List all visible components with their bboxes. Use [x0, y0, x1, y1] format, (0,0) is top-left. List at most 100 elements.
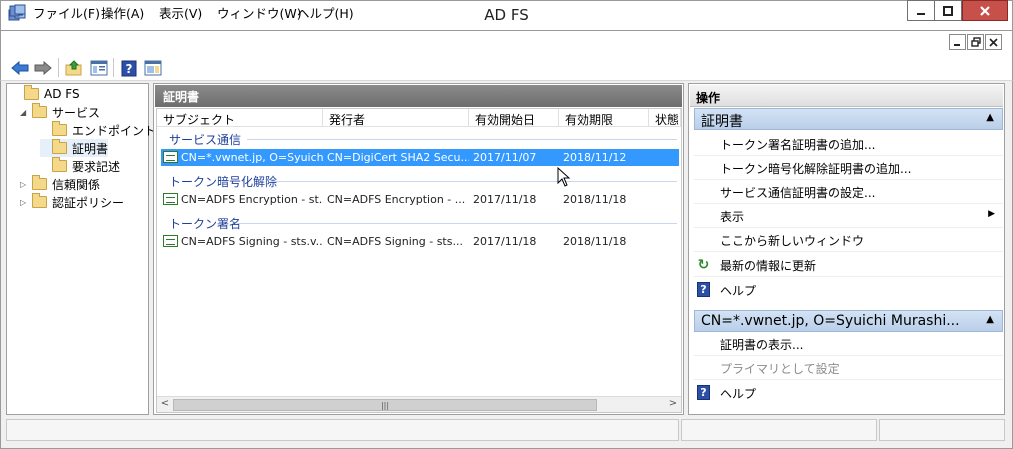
action-view-certificate[interactable]: 証明書の表示...	[694, 332, 1003, 356]
column-header-status[interactable]: 状態	[649, 109, 681, 127]
action-help[interactable]: ? ヘルプ	[694, 381, 1003, 405]
action-label: 証明書の表示...	[720, 338, 804, 352]
menu-window[interactable]: ウィンドウ(W)	[217, 3, 302, 22]
action-help[interactable]: ? ヘルプ	[694, 278, 1003, 302]
minimize-button[interactable]	[907, 0, 935, 21]
group-header-token-decrypting[interactable]: トークン暗号化解除	[157, 171, 679, 189]
column-header-subject[interactable]: サブジェクト	[157, 109, 323, 127]
tree-item-claim-descriptions[interactable]: 要求記述	[40, 157, 120, 175]
table-row[interactable]: CN=ADFS Encryption - st... CN=ADFS Encry…	[161, 191, 679, 208]
cell-expiration: 2018/11/12	[563, 151, 627, 164]
menu-help[interactable]: ヘルプ(H)	[297, 3, 354, 22]
tree-item-label: 信頼関係	[52, 177, 101, 192]
tree-item-label: 証明書	[72, 141, 109, 156]
collapse-arrow-icon[interactable]: ◢	[20, 108, 30, 117]
column-header-start-date[interactable]: 有効開始日	[469, 109, 559, 127]
menu-action[interactable]: 操作(A)	[101, 3, 144, 22]
svg-text:?: ?	[126, 62, 133, 76]
group-header-service-communications[interactable]: サービス通信	[157, 129, 679, 147]
up-folder-icon	[65, 60, 82, 76]
close-icon	[989, 37, 998, 47]
mouse-pointer-icon	[557, 167, 571, 187]
certificate-icon	[163, 151, 178, 163]
menu-file[interactable]: ファイル(F)	[33, 3, 100, 22]
action-add-token-decrypting-certificate[interactable]: トークン暗号化解除証明書の追加...	[694, 156, 1003, 180]
certificate-icon	[163, 235, 178, 247]
action-label: ヘルプ	[720, 284, 757, 298]
help-icon: ?	[697, 282, 710, 297]
back-button[interactable]	[10, 58, 30, 78]
cell-issuer: CN=ADFS Signing - sts...	[327, 235, 463, 248]
horizontal-scrollbar[interactable]: < ||| >	[157, 396, 681, 412]
window-title: AD FS	[484, 6, 529, 24]
close-button[interactable]	[962, 0, 1008, 21]
help-icon: ?	[697, 385, 710, 400]
menu-view[interactable]: 表示(V)	[159, 3, 202, 22]
column-header-expiration[interactable]: 有効期限	[559, 109, 649, 127]
results-pane: 証明書 サブジェクト 発行者 有効開始日 有効期限 状態 サービス通信 CN=*…	[153, 83, 684, 415]
group-header-token-signing[interactable]: トークン署名	[157, 213, 679, 231]
status-panel	[681, 419, 877, 441]
show-hide-tree-button[interactable]	[89, 58, 109, 78]
mmc-document-icon[interactable]	[9, 4, 26, 19]
close-icon	[980, 5, 990, 16]
folder-icon	[52, 139, 67, 154]
mdi-restore-button[interactable]	[967, 34, 984, 50]
cell-start-date: 2017/11/07	[473, 151, 537, 164]
tree-item-trust-relationships[interactable]: ▷ 信頼関係	[20, 175, 100, 193]
action-new-window-from-here[interactable]: ここから新しいウィンドウ	[694, 228, 1003, 252]
forward-arrow-icon	[34, 61, 52, 75]
tree-item-label: 認証ポリシー	[52, 195, 125, 210]
collapse-up-icon[interactable]: ▲	[986, 314, 994, 325]
help-button[interactable]: ?	[119, 58, 139, 78]
table-row[interactable]: CN=*.vwnet.jp, O=Syuichi ... CN=DigiCert…	[161, 149, 679, 166]
mdi-minimize-button[interactable]	[949, 34, 966, 50]
cell-expiration: 2018/11/18	[563, 193, 627, 206]
tree-item-label: 要求記述	[72, 159, 121, 174]
toolbar-separator	[58, 58, 59, 77]
expand-arrow-icon[interactable]: ▷	[20, 180, 30, 189]
folder-icon	[32, 103, 47, 118]
tree-item-authentication-policies[interactable]: ▷ 認証ポリシー	[20, 193, 124, 211]
scroll-left-button[interactable]: <	[159, 398, 171, 412]
expand-arrow-icon[interactable]: ▷	[20, 198, 30, 207]
action-label: トークン暗号化解除証明書の追加...	[720, 162, 912, 176]
folder-icon	[32, 175, 47, 190]
tree-item-certificates[interactable]: 証明書	[40, 139, 109, 157]
folder-icon	[52, 157, 67, 172]
action-refresh[interactable]: ↻ 最新の情報に更新	[694, 253, 1003, 277]
show-hide-action-pane-button[interactable]	[143, 58, 163, 78]
action-label: トークン署名証明書の追加...	[720, 138, 876, 152]
forward-button[interactable]	[33, 58, 53, 78]
tree-item-adfs[interactable]: AD FS	[12, 85, 80, 103]
action-label: サービス通信証明書の設定...	[720, 186, 876, 200]
scrollbar-grip-icon: |||	[380, 400, 390, 410]
action-add-token-signing-certificate[interactable]: トークン署名証明書の追加...	[694, 132, 1003, 156]
back-arrow-icon	[11, 61, 29, 75]
group-divider	[237, 223, 677, 224]
scroll-right-button[interactable]: >	[667, 398, 679, 412]
cell-issuer: CN=ADFS Encryption - ...	[327, 193, 466, 206]
actions-pane-title: 操作	[690, 85, 1003, 107]
status-panel	[879, 419, 1005, 441]
actions-section-certificates[interactable]: 証明書 ▲	[694, 108, 1003, 130]
action-set-service-communications-certificate[interactable]: サービス通信証明書の設定...	[694, 180, 1003, 204]
tree-item-label: AD FS	[44, 87, 80, 101]
scrollbar-thumb[interactable]: |||	[173, 399, 597, 411]
cell-subject: CN=ADFS Signing - sts.v...	[181, 235, 323, 248]
action-view[interactable]: 表示 ▶	[694, 204, 1003, 228]
up-one-level-button[interactable]	[64, 58, 84, 78]
minimize-icon	[954, 43, 960, 46]
actions-section-selected-certificate[interactable]: CN=*.vwnet.jp, O=Syuichi Murashi... ▲	[694, 310, 1003, 332]
table-row[interactable]: CN=ADFS Signing - sts.v... CN=ADFS Signi…	[161, 233, 679, 250]
tree-item-label: エンドポイント	[72, 123, 157, 138]
tree-item-endpoint[interactable]: エンドポイント	[40, 121, 156, 139]
mdi-close-button[interactable]	[985, 34, 1002, 50]
maximize-button[interactable]	[934, 0, 962, 21]
cell-subject: CN=ADFS Encryption - st...	[181, 193, 323, 206]
column-header-issuer[interactable]: 発行者	[323, 109, 469, 127]
show-hide-tree-icon	[90, 60, 108, 76]
tree-item-service[interactable]: ◢ サービス	[20, 103, 100, 121]
collapse-up-icon[interactable]: ▲	[986, 112, 994, 123]
certificate-list[interactable]: サブジェクト 発行者 有効開始日 有効期限 状態 サービス通信 CN=*.vwn…	[156, 108, 682, 413]
